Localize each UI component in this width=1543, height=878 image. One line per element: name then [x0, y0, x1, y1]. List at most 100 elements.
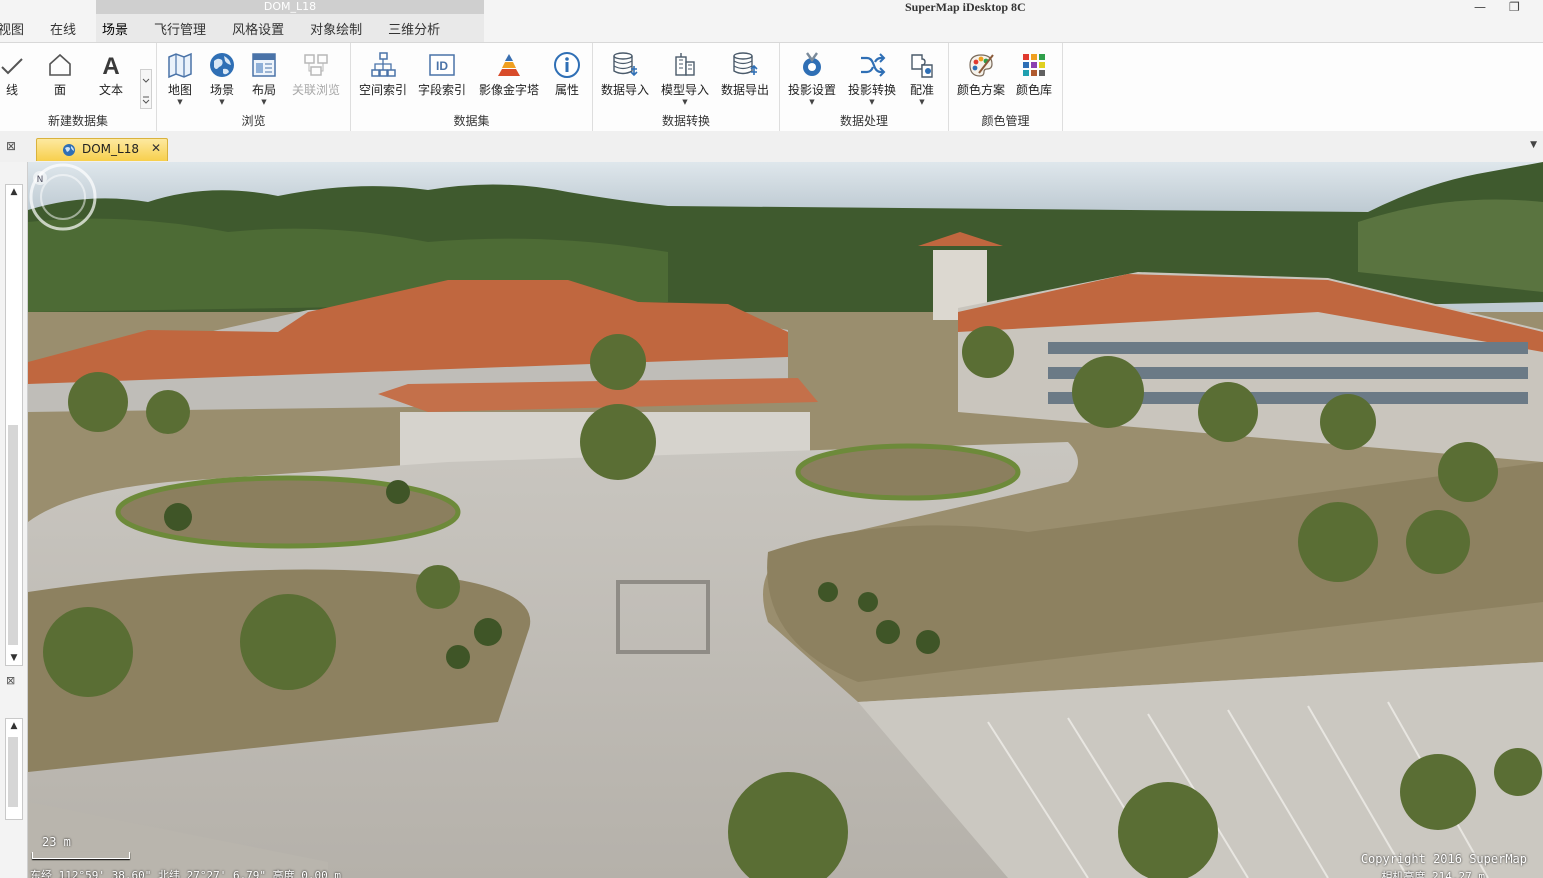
- group-label-color: 颜色管理: [981, 114, 1030, 128]
- group-label-conversion: 数据转换: [661, 114, 710, 128]
- layer-panel-close-icon[interactable]: ⊠: [6, 674, 15, 687]
- color-library-label: 颜色库: [1015, 83, 1052, 97]
- group-label-browse: 浏览: [241, 114, 266, 128]
- text-button[interactable]: A 文本: [94, 51, 128, 111]
- polygon-label: 面: [53, 83, 66, 97]
- tab-3d-analysis[interactable]: 三维分析: [375, 22, 453, 42]
- tab-flight[interactable]: 飞行管理: [141, 22, 219, 42]
- panel-close-icon[interactable]: ⊠: [6, 139, 16, 153]
- group-label-new-dataset: 新建数据集: [47, 114, 108, 128]
- group-color-management: 颜色方案 颜色库 颜色管理: [949, 43, 1063, 131]
- layers-scrollbar-thumb[interactable]: [8, 737, 18, 807]
- group-new-dataset: 线 面 A 文本 新建数据集: [0, 43, 157, 131]
- registration-dropdown-arrow[interactable]: ▼: [919, 98, 924, 106]
- group-label-processing: 数据处理: [839, 114, 888, 128]
- scene-viewport[interactable]: N 23 m Copyright 2016 SuperMap 东经 112°59…: [28, 162, 1543, 878]
- color-scheme-button[interactable]: 颜色方案: [953, 51, 1009, 111]
- document-tab[interactable]: DOM_L18 ✕: [36, 138, 168, 161]
- svg-text:A: A: [102, 53, 119, 78]
- field-index-label: 字段索引: [417, 83, 466, 97]
- restore-button[interactable]: ❐: [1509, 0, 1520, 14]
- tab-draw[interactable]: 对象绘制: [297, 22, 375, 42]
- image-pyramid-button[interactable]: 影像金字塔: [475, 51, 543, 111]
- projection-transform-button[interactable]: 投影转换 ▼: [844, 51, 900, 111]
- workspace-scrollbar[interactable]: ▲ ▼: [5, 184, 23, 666]
- registration-label: 配准: [909, 83, 934, 97]
- color-scheme-icon: [967, 51, 995, 79]
- polygon-button[interactable]: 面: [44, 51, 76, 111]
- model-import-label: 模型导入: [660, 83, 709, 97]
- group-data-processing: 投影设置 ▼ 投影转换 ▼ 配准 ▼ 数据处理: [780, 43, 949, 131]
- layout-icon: [250, 51, 278, 79]
- model-import-button[interactable]: 模型导入 ▼: [657, 51, 713, 111]
- document-tab-close-icon[interactable]: ✕: [151, 141, 161, 155]
- polygon-icon: [46, 51, 74, 79]
- scene-dropdown-arrow[interactable]: ▼: [219, 98, 224, 106]
- projection-settings-dropdown-arrow[interactable]: ▼: [809, 98, 814, 106]
- line-icon: [0, 51, 26, 79]
- text-icon: A: [97, 51, 125, 79]
- tab-list-dropdown-icon[interactable]: ▼: [1530, 140, 1537, 150]
- spatial-index-button[interactable]: 空间索引: [356, 51, 410, 111]
- layout-dropdown-arrow[interactable]: ▼: [261, 98, 266, 106]
- linked-browse-button[interactable]: 关联浏览: [287, 51, 345, 111]
- navigation-compass-icon[interactable]: N: [28, 162, 98, 232]
- projection-settings-label: 投影设置: [787, 83, 836, 97]
- document-tab-label: DOM_L18: [82, 142, 139, 156]
- minimize-button[interactable]: —: [1474, 0, 1486, 14]
- info-icon: [553, 51, 581, 79]
- scroll-up-icon[interactable]: ▲: [6, 187, 22, 197]
- line-label: 线: [5, 83, 18, 97]
- tab-online[interactable]: 在线: [37, 22, 89, 42]
- scale-bar: [32, 852, 130, 859]
- layers-scroll-up-icon[interactable]: ▲: [6, 721, 22, 731]
- app-title: SuperMap iDesktop 8C: [905, 0, 1026, 14]
- projection-transform-label: 投影转换: [847, 83, 896, 97]
- color-library-button[interactable]: 颜色库: [1013, 51, 1055, 111]
- layout-label: 布局: [251, 83, 276, 97]
- scrollbar-thumb[interactable]: [8, 425, 18, 645]
- ribbon-tabs: 视图 在线 场景 飞行管理 风格设置 对象绘制 三维分析: [0, 22, 453, 42]
- spatial-index-label: 空间索引: [358, 83, 407, 97]
- tab-style[interactable]: 风格设置: [219, 22, 297, 42]
- tab-scene[interactable]: 场景: [89, 22, 141, 42]
- data-import-icon: [611, 51, 639, 79]
- line-button[interactable]: 线: [0, 51, 26, 111]
- data-export-label: 数据导出: [720, 83, 769, 97]
- tab-view[interactable]: 视图: [0, 22, 37, 42]
- map-button[interactable]: 地图 ▼: [163, 51, 197, 111]
- group-browse: 地图 ▼ 场景 ▼ 布局 ▼ 关联浏览 浏览: [157, 43, 351, 131]
- layers-scrollbar[interactable]: ▲: [5, 718, 23, 820]
- model-import-dropdown-arrow[interactable]: ▼: [682, 98, 687, 106]
- data-export-button[interactable]: 数据导出: [717, 51, 773, 111]
- projection-settings-button[interactable]: 投影设置 ▼: [784, 51, 840, 111]
- map-icon: [166, 51, 194, 79]
- layout-button[interactable]: 布局 ▼: [247, 51, 281, 111]
- projection-transform-dropdown-arrow[interactable]: ▼: [869, 98, 874, 106]
- color-scheme-label: 颜色方案: [956, 83, 1005, 97]
- registration-icon: [908, 51, 936, 79]
- data-export-icon: [731, 51, 759, 79]
- projection-settings-icon: [798, 51, 826, 79]
- ribbon: 线 面 A 文本 新建数据集 地图 ▼ 场景 ▼ 布局 ▼ 关联浏览 浏览 空间…: [0, 42, 1543, 132]
- data-import-label: 数据导入: [600, 83, 649, 97]
- spatial-index-icon: [369, 51, 397, 79]
- copyright-text: Copyright 2016 SuperMap: [1360, 852, 1527, 866]
- title-bar: DOM_L18 SuperMap iDesktop 8C — ❐ 视图 在线 场…: [0, 0, 1543, 42]
- gallery-scroll[interactable]: [140, 69, 152, 109]
- scroll-down-icon[interactable]: ▼: [6, 653, 22, 663]
- color-library-icon: [1020, 51, 1048, 79]
- group-data-conversion: 数据导入 模型导入 ▼ 数据导出 数据转换: [593, 43, 780, 131]
- attributes-button[interactable]: 属性: [551, 51, 583, 111]
- map-dropdown-arrow[interactable]: ▼: [177, 98, 182, 106]
- registration-button[interactable]: 配准 ▼: [904, 51, 940, 111]
- field-index-icon: ID: [428, 51, 456, 79]
- data-import-button[interactable]: 数据导入: [597, 51, 653, 111]
- image-pyramid-icon: [495, 51, 523, 79]
- scene-button[interactable]: 场景 ▼: [205, 51, 239, 111]
- text-label: 文本: [98, 83, 123, 97]
- field-index-button[interactable]: ID 字段索引: [415, 51, 469, 111]
- document-tab-strip: ⊠ DOM_L18 ✕ ▼: [0, 131, 1543, 164]
- scale-text: 23 m: [42, 835, 71, 849]
- left-dock-panel: ▲ ▼ ⊠ ▲: [0, 162, 28, 878]
